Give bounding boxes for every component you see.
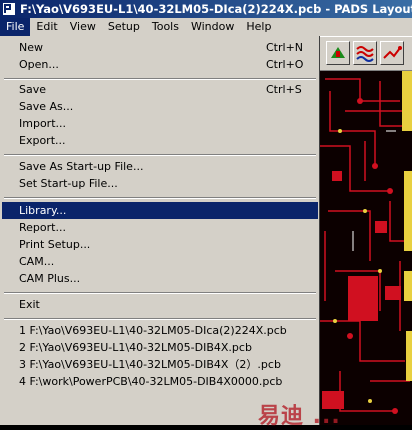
menu-item-export[interactable]: Export... [2,132,318,149]
menu-separator [4,154,316,156]
route-button[interactable] [353,41,377,65]
snap-button[interactable] [326,41,350,65]
recent-file-4[interactable]: 4 F:\work\PowerPCB\40-32LM05-DIB4X0000.p… [2,373,318,390]
menu-separator [4,318,316,320]
recent-file-1[interactable]: 1 F:\Yao\V693EU-L1\40-32LM05-DIca(2)224X… [2,322,318,339]
file-menu-dropdown: New Ctrl+N Open... Ctrl+O Save Ctrl+S Sa… [0,36,320,425]
menu-file[interactable]: File [0,18,31,36]
pads-app-icon [3,3,15,15]
window-title: F:\Yao\V693EU-L1\40-32LM05-DIca(2)224X.p… [20,2,412,16]
menu-item-cam-plus[interactable]: CAM Plus... [2,270,318,287]
menu-item-cam[interactable]: CAM... [2,253,318,270]
toolbar [320,37,412,71]
menu-item-library[interactable]: Library... [2,202,318,219]
menu-view[interactable]: View [64,18,102,36]
trace-button[interactable] [380,41,404,65]
route-icon [356,46,374,62]
menu-item-open[interactable]: Open... Ctrl+O [2,56,318,73]
menu-item-save-startup[interactable]: Save As Start-up File... [2,158,318,175]
pcb-canvas[interactable] [320,71,412,425]
menu-item-import[interactable]: Import... [2,115,318,132]
menu-item-save-as[interactable]: Save As... [2,98,318,115]
menu-item-save[interactable]: Save Ctrl+S [2,81,318,98]
menu-item-report[interactable]: Report... [2,219,318,236]
menu-item-set-startup[interactable]: Set Start-up File... [2,175,318,192]
menu-help[interactable]: Help [240,18,277,36]
recent-file-3[interactable]: 3 F:\Yao\V693EU-L1\40-32LM05-DIB4X（2）.pc… [2,356,318,373]
recent-file-2[interactable]: 2 F:\Yao\V693EU-L1\40-32LM05-DIB4X.pcb [2,339,318,356]
menu-item-print-setup[interactable]: Print Setup... [2,236,318,253]
menu-bar: File Edit View Setup Tools Window Help [0,18,412,37]
menu-separator [4,78,316,80]
menu-item-new[interactable]: New Ctrl+N [2,39,318,56]
title-bar: F:\Yao\V693EU-L1\40-32LM05-DIca(2)224X.p… [0,0,412,18]
menu-setup[interactable]: Setup [102,18,146,36]
menu-separator [4,197,316,199]
menu-separator [4,292,316,294]
menu-item-exit[interactable]: Exit [2,296,318,313]
pcb-layout [320,71,412,425]
watermark: 易迪 ... [258,404,341,429]
menu-edit[interactable]: Edit [30,18,63,36]
menu-tools[interactable]: Tools [146,18,185,36]
trace-icon [383,46,402,59]
menu-window[interactable]: Window [185,18,240,36]
snap-icon [331,47,345,58]
